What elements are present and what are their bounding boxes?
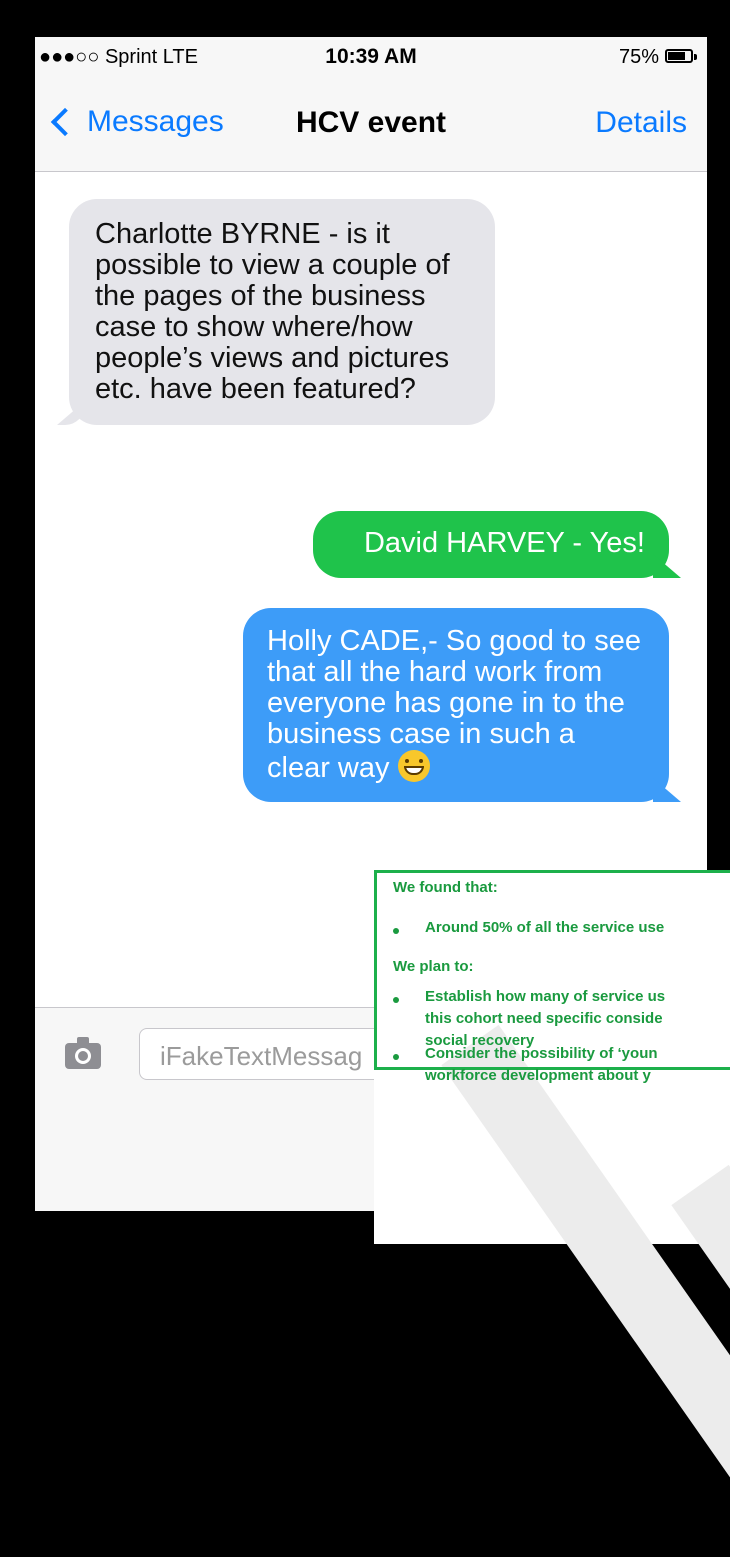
document-heading: We plan to: [393,958,474,975]
message-text: Holly CADE,- So good to see that all the… [267,625,641,784]
received-message-bubble[interactable]: Charlotte BYRNE - is it possible to view… [69,199,495,425]
bullet-icon [393,997,399,1003]
bullet-icon [393,928,399,934]
camera-icon[interactable] [65,1037,101,1069]
battery-icon [665,49,693,63]
sent-message-bubble[interactable]: David HARVEY - Yes! [313,511,669,578]
camera-lens [75,1048,91,1064]
battery-level [668,52,685,60]
document-item: Consider the possibility of ‘youn [425,1045,658,1062]
bullet-icon [393,1054,399,1060]
document-item: this cohort need specific conside [425,1010,663,1027]
status-time: 10:39 AM [325,45,417,68]
details-button[interactable]: Details [595,106,687,140]
message-text: Charlotte BYRNE - is it possible to view… [95,218,450,405]
document-excerpt: We found that: Around 50% of all the ser… [374,870,730,1084]
battery-percentage: 75% [618,46,659,68]
document-item: workforce development about y [425,1067,651,1084]
sent-message-bubble[interactable]: Holly CADE,- So good to see that all the… [243,608,669,802]
message-text: David HARVEY - Yes! [363,527,645,559]
battery-tip-icon [694,54,697,60]
navigation-bar: Messages HCV event Details [35,79,707,172]
grinning-face-icon [397,750,430,782]
status-bar: ●●●○○ Sprint LTE 10:39 AM 75% [35,37,707,79]
camera-top [77,1037,89,1043]
document-item: Establish how many of service us [425,988,666,1005]
document-item: Around 50% of all the service use [425,919,665,936]
document-heading: We found that: [393,879,498,896]
